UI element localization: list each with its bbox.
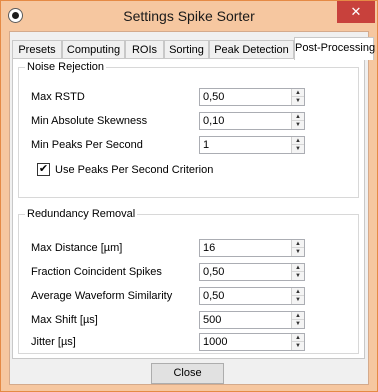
jitter-label: Jitter [µs] xyxy=(31,336,76,348)
min-peaks-per-second-value: 1 xyxy=(203,139,210,151)
spin-down-icon[interactable]: ▼ xyxy=(292,296,304,304)
min-peaks-per-second-spinbox[interactable]: 1 ▲ ▼ xyxy=(199,136,305,154)
spin-up-icon[interactable]: ▲ xyxy=(292,137,304,145)
spin-buttons: ▲ ▼ xyxy=(291,264,304,280)
redundancy-removal-group: Redundancy Removal Max Distance [µm] 16 … xyxy=(18,208,359,354)
settings-window: Settings Spike Sorter ✕ Presets Computin… xyxy=(0,0,378,392)
tab-peak-detection[interactable]: Peak Detection xyxy=(209,40,294,59)
min-peaks-per-second-label: Min Peaks Per Second xyxy=(31,139,143,151)
min-absolute-skewness-value: 0,10 xyxy=(203,115,225,127)
spin-up-icon[interactable]: ▲ xyxy=(292,240,304,248)
title-bar[interactable]: Settings Spike Sorter ✕ xyxy=(1,1,377,31)
dialog-client: Presets Computing ROIs Sorting Peak Dete… xyxy=(9,31,375,385)
spin-buttons: ▲ ▼ xyxy=(291,137,304,153)
redundancy-removal-title: Redundancy Removal xyxy=(25,208,138,220)
spin-down-icon[interactable]: ▼ xyxy=(292,342,304,350)
max-shift-value: 500 xyxy=(203,314,222,326)
min-absolute-skewness-label: Min Absolute Skewness xyxy=(31,115,148,127)
max-rstd-spinbox[interactable]: 0,50 ▲ ▼ xyxy=(199,88,305,106)
post-processing-panel: Noise Rejection Max RSTD 0,50 ▲ ▼ Min Ab… xyxy=(12,58,365,359)
max-rstd-label: Max RSTD xyxy=(31,91,85,103)
spin-up-icon[interactable]: ▲ xyxy=(292,89,304,97)
spin-buttons: ▲ ▼ xyxy=(291,288,304,304)
window-title: Settings Spike Sorter xyxy=(123,8,255,24)
spin-buttons: ▲ ▼ xyxy=(291,113,304,129)
max-distance-value: 16 xyxy=(203,242,216,254)
close-button[interactable]: Close xyxy=(151,363,224,384)
spin-down-icon[interactable]: ▼ xyxy=(292,248,304,256)
spin-up-icon[interactable]: ▲ xyxy=(292,334,304,342)
max-distance-label: Max Distance [µm] xyxy=(31,242,123,254)
noise-rejection-title: Noise Rejection xyxy=(25,61,107,73)
average-waveform-similarity-label: Average Waveform Similarity xyxy=(31,290,173,302)
noise-rejection-group: Noise Rejection Max RSTD 0,50 ▲ ▼ Min Ab… xyxy=(18,61,359,198)
average-waveform-similarity-spinbox[interactable]: 0,50 ▲ ▼ xyxy=(199,287,305,305)
spin-buttons: ▲ ▼ xyxy=(291,89,304,105)
tab-rois[interactable]: ROIs xyxy=(125,40,164,59)
spin-down-icon[interactable]: ▼ xyxy=(292,272,304,280)
max-distance-spinbox[interactable]: 16 ▲ ▼ xyxy=(199,239,305,257)
spin-up-icon[interactable]: ▲ xyxy=(292,264,304,272)
tab-post-processing[interactable]: Post-Processing xyxy=(294,37,375,60)
spin-buttons: ▲ ▼ xyxy=(291,240,304,256)
spin-up-icon[interactable]: ▲ xyxy=(292,312,304,320)
close-window-button[interactable]: ✕ xyxy=(337,1,375,23)
tab-sorting[interactable]: Sorting xyxy=(164,40,209,59)
average-waveform-similarity-value: 0,50 xyxy=(203,290,225,302)
jitter-value: 1000 xyxy=(203,336,228,348)
fraction-coincident-spikes-label: Fraction Coincident Spikes xyxy=(31,266,162,278)
spin-down-icon[interactable]: ▼ xyxy=(292,121,304,129)
min-absolute-skewness-spinbox[interactable]: 0,10 ▲ ▼ xyxy=(199,112,305,130)
jitter-spinbox[interactable]: 1000 ▲ ▼ xyxy=(199,333,305,351)
use-peaks-per-second-checkbox[interactable]: ✔ xyxy=(37,163,50,176)
spin-down-icon[interactable]: ▼ xyxy=(292,145,304,153)
spin-up-icon[interactable]: ▲ xyxy=(292,113,304,121)
spin-buttons: ▲ ▼ xyxy=(291,334,304,350)
tab-presets[interactable]: Presets xyxy=(12,40,62,59)
fraction-coincident-spikes-spinbox[interactable]: 0,50 ▲ ▼ xyxy=(199,263,305,281)
max-rstd-value: 0,50 xyxy=(203,91,225,103)
spin-buttons: ▲ ▼ xyxy=(291,312,304,328)
fraction-coincident-spikes-value: 0,50 xyxy=(203,266,225,278)
max-shift-spinbox[interactable]: 500 ▲ ▼ xyxy=(199,311,305,329)
use-peaks-per-second-label[interactable]: Use Peaks Per Second Criterion xyxy=(55,164,213,176)
max-shift-label: Max Shift [µs] xyxy=(31,314,98,326)
tab-computing[interactable]: Computing xyxy=(62,40,125,59)
spin-down-icon[interactable]: ▼ xyxy=(292,320,304,328)
spin-down-icon[interactable]: ▼ xyxy=(292,97,304,105)
spin-up-icon[interactable]: ▲ xyxy=(292,288,304,296)
